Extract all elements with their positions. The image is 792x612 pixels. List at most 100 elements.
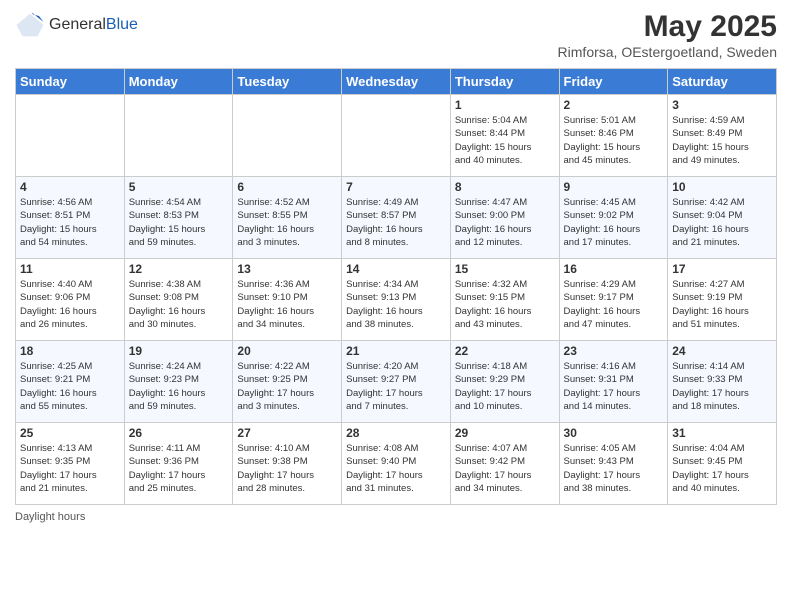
calendar-cell (16, 95, 125, 177)
calendar-cell: 17 Sunrise: 4:27 AM Sunset: 9:19 PM Dayli… (668, 259, 777, 341)
day-info: Sunrise: 4:42 AM Sunset: 9:04 PM Dayligh… (672, 196, 772, 249)
day-number: 11 (20, 262, 120, 276)
day-number: 23 (564, 344, 664, 358)
calendar-week-row: 1 Sunrise: 5:04 AM Sunset: 8:44 PM Daylig… (16, 95, 777, 177)
daylight-label: Daylight hours (15, 511, 85, 523)
calendar-cell: 3Sunrise: 4:59 AM Sunset: 8:49 PM Daylig… (668, 95, 777, 177)
logo-text: GeneralBlue (49, 16, 138, 34)
logo-general: General (49, 16, 106, 34)
calendar-cell: 24 Sunrise: 4:14 AM Sunset: 9:33 PM Dayli… (668, 341, 777, 423)
calendar-cell: 30 Sunrise: 4:05 AM Sunset: 9:43 PM Dayli… (559, 423, 668, 505)
day-number: 2 (564, 98, 664, 112)
calendar-table: SundayMondayTuesdayWednesdayThursdayFrid… (15, 68, 777, 505)
calendar-cell: 4Sunrise: 4:56 AM Sunset: 8:51 PM Daylig… (16, 177, 125, 259)
day-number: 19 (129, 344, 229, 358)
day-info: Sunrise: 5:01 AM Sunset: 8:46 PM Dayligh… (564, 114, 664, 167)
calendar-cell: 19 Sunrise: 4:24 AM Sunset: 9:23 PM Dayli… (124, 341, 233, 423)
day-number: 15 (455, 262, 555, 276)
day-number: 3 (672, 98, 772, 112)
day-info: Sunrise: 4:11 AM Sunset: 9:36 PM Dayligh… (129, 442, 229, 495)
page: GeneralBlue May 2025 Rimforsa, OEstergoe… (0, 0, 792, 612)
day-number: 27 (237, 426, 337, 440)
day-info: Sunrise: 4:07 AM Sunset: 9:42 PM Dayligh… (455, 442, 555, 495)
calendar-week-row: 4Sunrise: 4:56 AM Sunset: 8:51 PM Daylig… (16, 177, 777, 259)
day-info: Sunrise: 4:34 AM Sunset: 9:13 PM Dayligh… (346, 278, 446, 331)
calendar-header-row: SundayMondayTuesdayWednesdayThursdayFrid… (16, 69, 777, 95)
day-number: 9 (564, 180, 664, 194)
day-info: Sunrise: 4:24 AM Sunset: 9:23 PM Dayligh… (129, 360, 229, 413)
day-number: 14 (346, 262, 446, 276)
calendar-cell: 15 Sunrise: 4:32 AM Sunset: 9:15 PM Dayli… (450, 259, 559, 341)
logo: GeneralBlue (15, 10, 138, 40)
day-info: Sunrise: 4:16 AM Sunset: 9:31 PM Dayligh… (564, 360, 664, 413)
calendar-week-row: 11 Sunrise: 4:40 AM Sunset: 9:06 PM Dayli… (16, 259, 777, 341)
day-number: 29 (455, 426, 555, 440)
day-info: Sunrise: 4:18 AM Sunset: 9:29 PM Dayligh… (455, 360, 555, 413)
day-number: 24 (672, 344, 772, 358)
day-number: 28 (346, 426, 446, 440)
day-number: 7 (346, 180, 446, 194)
day-info: Sunrise: 4:04 AM Sunset: 9:45 PM Dayligh… (672, 442, 772, 495)
calendar-cell: 25Sunrise: 4:13 AM Sunset: 9:35 PM Dayli… (16, 423, 125, 505)
calendar-dow-saturday: Saturday (668, 69, 777, 95)
calendar-cell: 23 Sunrise: 4:16 AM Sunset: 9:31 PM Dayli… (559, 341, 668, 423)
calendar-cell: 27 Sunrise: 4:10 AM Sunset: 9:38 PM Dayli… (233, 423, 342, 505)
day-number: 30 (564, 426, 664, 440)
calendar-cell: 8Sunrise: 4:47 AM Sunset: 9:00 PM Daylig… (450, 177, 559, 259)
calendar-week-row: 18 Sunrise: 4:25 AM Sunset: 9:21 PM Dayli… (16, 341, 777, 423)
calendar-cell: 9 Sunrise: 4:45 AM Sunset: 9:02 PM Daylig… (559, 177, 668, 259)
calendar-dow-wednesday: Wednesday (342, 69, 451, 95)
day-number: 26 (129, 426, 229, 440)
day-info: Sunrise: 4:29 AM Sunset: 9:17 PM Dayligh… (564, 278, 664, 331)
day-number: 18 (20, 344, 120, 358)
calendar-dow-sunday: Sunday (16, 69, 125, 95)
calendar-cell: 13Sunrise: 4:36 AM Sunset: 9:10 PM Dayli… (233, 259, 342, 341)
calendar-cell: 26 Sunrise: 4:11 AM Sunset: 9:36 PM Dayli… (124, 423, 233, 505)
day-info: Sunrise: 4:49 AM Sunset: 8:57 PM Dayligh… (346, 196, 446, 249)
calendar-cell: 5 Sunrise: 4:54 AM Sunset: 8:53 PM Daylig… (124, 177, 233, 259)
calendar-cell: 1 Sunrise: 5:04 AM Sunset: 8:44 PM Daylig… (450, 95, 559, 177)
calendar-cell: 16 Sunrise: 4:29 AM Sunset: 9:17 PM Dayli… (559, 259, 668, 341)
day-number: 10 (672, 180, 772, 194)
day-info: Sunrise: 5:04 AM Sunset: 8:44 PM Dayligh… (455, 114, 555, 167)
day-info: Sunrise: 4:13 AM Sunset: 9:35 PM Dayligh… (20, 442, 120, 495)
day-number: 17 (672, 262, 772, 276)
calendar-cell (233, 95, 342, 177)
calendar-cell (124, 95, 233, 177)
calendar-cell: 18 Sunrise: 4:25 AM Sunset: 9:21 PM Dayli… (16, 341, 125, 423)
day-info: Sunrise: 4:05 AM Sunset: 9:43 PM Dayligh… (564, 442, 664, 495)
day-info: Sunrise: 4:45 AM Sunset: 9:02 PM Dayligh… (564, 196, 664, 249)
day-number: 5 (129, 180, 229, 194)
logo-blue: Blue (106, 16, 138, 34)
calendar-cell: 10 Sunrise: 4:42 AM Sunset: 9:04 PM Dayli… (668, 177, 777, 259)
day-info: Sunrise: 4:14 AM Sunset: 9:33 PM Dayligh… (672, 360, 772, 413)
day-number: 1 (455, 98, 555, 112)
day-info: Sunrise: 4:38 AM Sunset: 9:08 PM Dayligh… (129, 278, 229, 331)
day-info: Sunrise: 4:32 AM Sunset: 9:15 PM Dayligh… (455, 278, 555, 331)
calendar-week-row: 25Sunrise: 4:13 AM Sunset: 9:35 PM Dayli… (16, 423, 777, 505)
day-info: Sunrise: 4:25 AM Sunset: 9:21 PM Dayligh… (20, 360, 120, 413)
day-number: 16 (564, 262, 664, 276)
calendar-dow-thursday: Thursday (450, 69, 559, 95)
day-info: Sunrise: 4:52 AM Sunset: 8:55 PM Dayligh… (237, 196, 337, 249)
day-info: Sunrise: 4:10 AM Sunset: 9:38 PM Dayligh… (237, 442, 337, 495)
calendar-dow-friday: Friday (559, 69, 668, 95)
calendar-cell: 31 Sunrise: 4:04 AM Sunset: 9:45 PM Dayli… (668, 423, 777, 505)
calendar-cell (342, 95, 451, 177)
day-number: 22 (455, 344, 555, 358)
day-info: Sunrise: 4:40 AM Sunset: 9:06 PM Dayligh… (20, 278, 120, 331)
day-number: 31 (672, 426, 772, 440)
day-number: 13 (237, 262, 337, 276)
main-title: May 2025 (558, 10, 777, 44)
header: GeneralBlue May 2025 Rimforsa, OEstergoe… (15, 10, 777, 60)
calendar-cell: 22 Sunrise: 4:18 AM Sunset: 9:29 PM Dayli… (450, 341, 559, 423)
day-info: Sunrise: 4:27 AM Sunset: 9:19 PM Dayligh… (672, 278, 772, 331)
calendar-cell: 14 Sunrise: 4:34 AM Sunset: 9:13 PM Dayli… (342, 259, 451, 341)
logo-icon (15, 10, 45, 40)
day-number: 21 (346, 344, 446, 358)
subtitle: Rimforsa, OEstergoetland, Sweden (558, 44, 777, 60)
day-info: Sunrise: 4:54 AM Sunset: 8:53 PM Dayligh… (129, 196, 229, 249)
calendar-cell: 21Sunrise: 4:20 AM Sunset: 9:27 PM Dayli… (342, 341, 451, 423)
day-info: Sunrise: 4:47 AM Sunset: 9:00 PM Dayligh… (455, 196, 555, 249)
calendar-dow-monday: Monday (124, 69, 233, 95)
